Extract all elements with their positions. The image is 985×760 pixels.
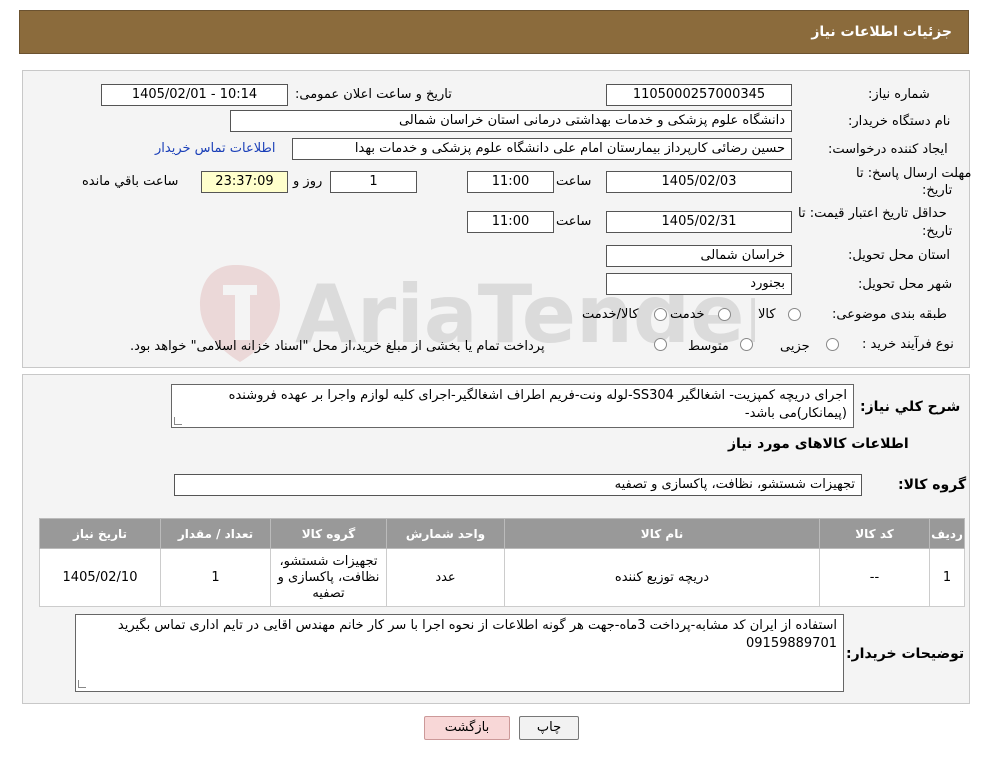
col-goods-group: گروه کالا <box>270 518 387 549</box>
col-need-date: تاریخ نیاز <box>39 518 161 549</box>
goods-table: ردیف کد کالا نام کالا واحد شمارش گروه کا… <box>39 518 965 607</box>
goods-group-label: گروه کالا: <box>898 477 967 493</box>
cell-need-date: 1405/02/10 <box>39 548 161 607</box>
buyer-notes-field: استفاده از ایران کد مشابه-پرداخت 3ماه-جه… <box>75 614 844 692</box>
col-row-number: ردیف <box>929 518 965 549</box>
city-label: شهر محل تحویل: <box>858 277 953 292</box>
need-number-field: 1105000257000345 <box>606 84 792 106</box>
process-radio-medium[interactable] <box>740 338 753 351</box>
category-option-goods-service: کالا/خدمت <box>582 307 639 322</box>
deadline-time-field: 11:00 <box>467 171 554 193</box>
province-field: خراسان شمالی <box>606 245 792 267</box>
category-radio-goods-service[interactable] <box>654 308 667 321</box>
city-field: بجنورد <box>606 273 792 295</box>
need-number-label: شماره نیاز: <box>868 87 930 102</box>
col-goods-code: کد کالا <box>819 518 930 549</box>
buyer-org-label: نام دستگاه خریدار: <box>848 114 951 129</box>
validity-label-line2: تاریخ: <box>922 224 953 239</box>
col-quantity: تعداد / مقدار <box>160 518 271 549</box>
creator-label: ایجاد کننده درخواست: <box>828 142 948 157</box>
page-title: جزئیات اطلاعات نیاز <box>811 24 952 40</box>
deadline-label-line2: تاریخ: <box>922 183 953 198</box>
creator-field: حسین رضائی کارپرداز بیمارستان امام علی د… <box>292 138 792 160</box>
deadline-label-line1: مهلت ارسال پاسخ: تا <box>856 166 972 181</box>
col-goods-name: نام کالا <box>504 518 820 549</box>
summary-field: اجرای دریچه کمپزیت- اشغالگیر SS304-لوله … <box>171 384 854 428</box>
buyer-org-field: دانشگاه علوم پزشکی و خدمات بهداشتی درمان… <box>230 110 792 132</box>
goods-group-field: تجهیزات شستشو، نظافت، پاکسازی و تصفیه <box>174 474 862 496</box>
buyer-notes-label: توضیحات خریدار: <box>846 646 965 662</box>
cell-goods-name: دریچه توزیع کننده <box>504 548 820 607</box>
col-unit: واحد شمارش <box>386 518 505 549</box>
resize-grip-icon[interactable] <box>78 680 86 688</box>
summary-label: شرح کلي نیاز: <box>860 399 961 415</box>
validity-time-label: ساعت <box>556 214 592 229</box>
deadline-date-field: 1405/02/03 <box>606 171 792 193</box>
table-row: 1 -- دریچه توزیع کننده عدد تجهیزات شستشو… <box>39 548 965 607</box>
cell-row-number: 1 <box>929 548 965 607</box>
print-button[interactable]: چاپ <box>519 716 579 740</box>
validity-label-line1: حداقل تاریخ اعتبار قیمت: تا <box>798 206 947 221</box>
remaining-days-field: 1 <box>330 171 417 193</box>
process-label: نوع فرآیند خرید : <box>862 337 954 352</box>
remaining-time-field: 23:37:09 <box>201 171 288 193</box>
category-radio-service[interactable] <box>718 308 731 321</box>
process-radio-minor[interactable] <box>826 338 839 351</box>
cell-quantity: 1 <box>160 548 271 607</box>
resize-grip-icon[interactable] <box>174 417 182 425</box>
announce-label: تاریخ و ساعت اعلان عمومی: <box>295 87 452 102</box>
validity-date-field: 1405/02/31 <box>606 211 792 233</box>
back-button[interactable]: بازگشت <box>424 716 510 740</box>
cell-goods-code: -- <box>819 548 930 607</box>
announce-field: 1405/02/01 - 10:14 <box>101 84 288 106</box>
page-header: جزئیات اطلاعات نیاز <box>19 10 969 54</box>
category-label: طبقه بندی موضوعی: <box>832 307 948 322</box>
validity-time-field: 11:00 <box>467 211 554 233</box>
deadline-time-label: ساعت <box>556 174 592 189</box>
process-option-minor: جزیی <box>780 339 810 354</box>
category-radio-goods[interactable] <box>788 308 801 321</box>
cell-goods-group: تجهیزات شستشو، نظافت، پاکسازی و تصفیه <box>270 548 387 607</box>
category-option-service: خدمت <box>670 307 705 322</box>
table-header-row: ردیف کد کالا نام کالا واحد شمارش گروه کا… <box>39 518 965 549</box>
remaining-time-label: ساعت باقي مانده <box>82 174 179 189</box>
days-label: روز و <box>293 174 323 189</box>
goods-info-title: اطلاعات کالاهای مورد نیاز <box>728 436 909 452</box>
buyer-contact-link[interactable]: اطلاعات تماس خریدار <box>155 141 275 156</box>
province-label: استان محل تحویل: <box>848 248 950 263</box>
treasury-note: پرداخت تمام یا بخشی از مبلغ خرید،از محل … <box>130 339 545 354</box>
category-option-goods: کالا <box>758 307 776 322</box>
process-radio-treasury[interactable] <box>654 338 667 351</box>
process-option-medium: متوسط <box>688 339 729 354</box>
cell-unit: عدد <box>386 548 505 607</box>
